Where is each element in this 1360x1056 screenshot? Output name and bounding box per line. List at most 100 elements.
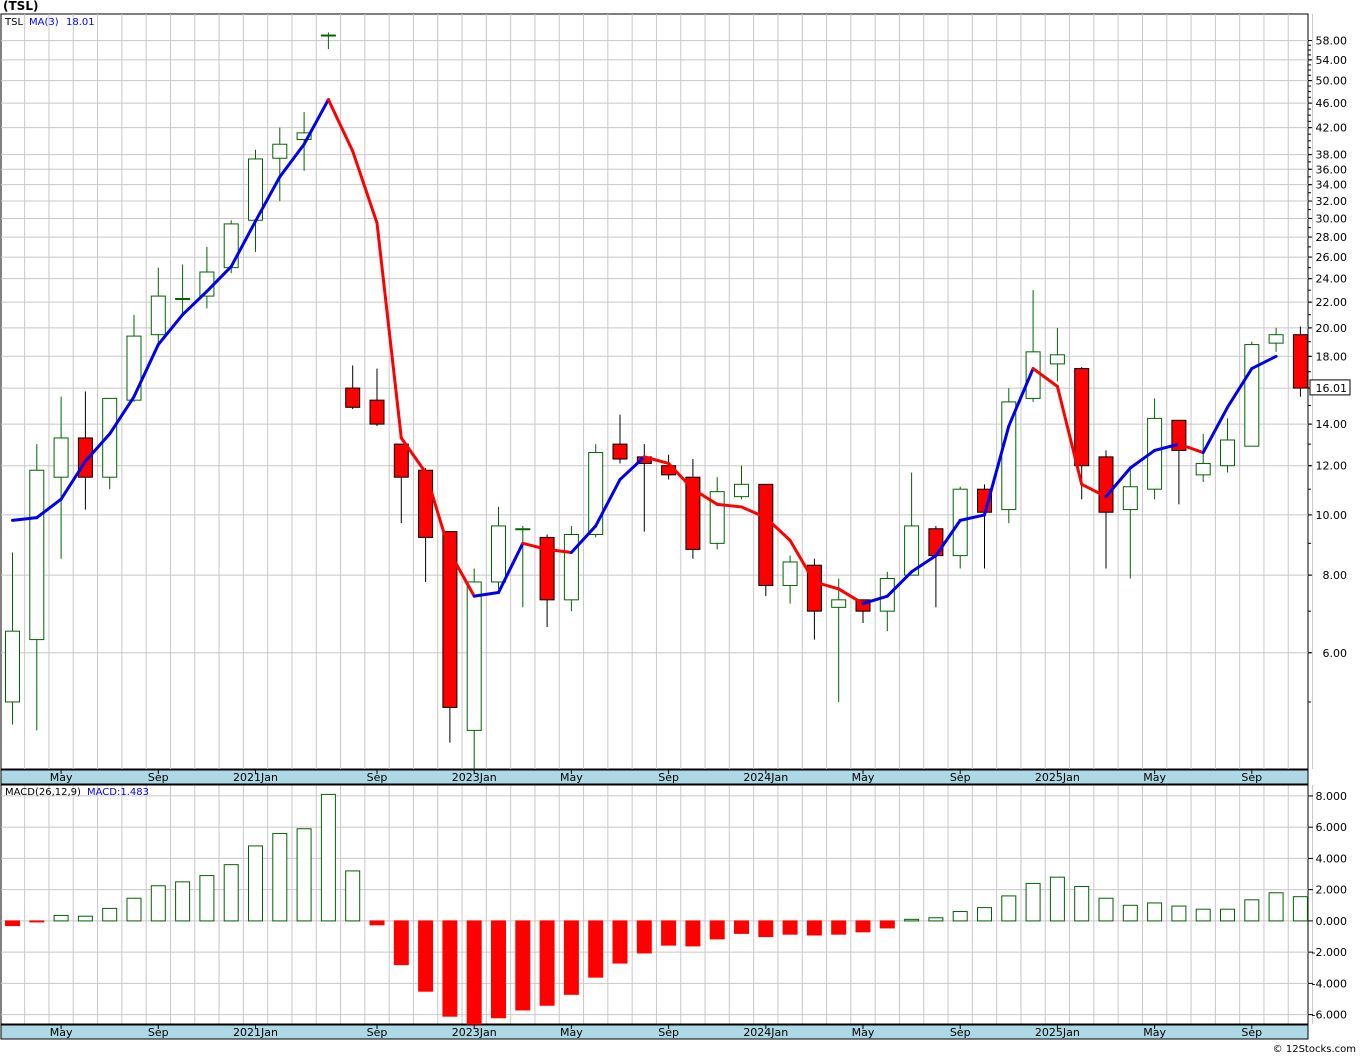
- price-tick-label: 32.00: [1316, 195, 1348, 208]
- candle: [563, 525, 579, 612]
- macd-tick-label: -6.000: [1312, 1009, 1347, 1022]
- price-tick-label: 24.00: [1316, 273, 1348, 286]
- macd-bar: [5, 920, 20, 927]
- macd-bar: [248, 845, 263, 922]
- macd-bar: [1147, 902, 1163, 922]
- macd-bar: [1195, 908, 1211, 922]
- candle-body: [782, 561, 798, 586]
- macd-bar: [758, 920, 774, 938]
- price-legend: TSL MA(3) 18.01: [4, 17, 95, 28]
- macd-bar: [806, 920, 822, 936]
- price-tick-label: 34.00: [1316, 179, 1348, 192]
- x-tick-label: 2021Jan: [233, 1026, 278, 1039]
- candle: [1292, 326, 1308, 397]
- candle-body: [442, 531, 458, 708]
- x-axis-band: [0, 1024, 1309, 1040]
- credit-text: © 12Stocks.com: [1272, 1044, 1356, 1055]
- candle-body: [150, 295, 166, 336]
- candle-body: [272, 143, 288, 159]
- x-tick-label: Sep: [1241, 771, 1262, 784]
- x-axis-band: [0, 769, 1309, 785]
- price-tick-label: 18.00: [1316, 350, 1348, 363]
- candle-body: [1292, 334, 1308, 389]
- macd-bar: [272, 832, 288, 922]
- x-tick-label: 2021Jan: [233, 771, 278, 784]
- ticker-label: TSL: [4, 17, 23, 28]
- macd-bar: [1098, 897, 1114, 922]
- stock-chart: 6.008.0010.0012.0014.0016.0018.0020.0022…: [0, 13, 1351, 1040]
- price-x-axis: May Sep 2021Jan Sep 2023Jan May Sep 2024Jan May S…: [0, 769, 1309, 785]
- price-tick-label: 12.00: [1316, 460, 1348, 473]
- macd-bar: [879, 920, 895, 929]
- macd-bar: [126, 897, 142, 922]
- macd-bar: [199, 875, 215, 922]
- macd-bar: [1171, 905, 1187, 922]
- macd-bar: [1049, 876, 1065, 922]
- macd-tick-label: 8.000: [1316, 790, 1348, 803]
- macd-bar: [175, 881, 191, 922]
- macd-bar: [928, 917, 944, 922]
- candle-body: [1244, 344, 1260, 447]
- candle-body: [1268, 334, 1284, 344]
- candle-body: [369, 399, 385, 425]
- macd-tick-label: 2.000: [1316, 884, 1348, 897]
- x-tick-label: 2024Jan: [743, 771, 788, 784]
- x-tick-label: May: [1143, 1026, 1166, 1039]
- candle-body: [612, 443, 628, 460]
- macd-bar: [855, 920, 871, 933]
- macd-bar: [53, 914, 69, 922]
- candle-body: [466, 581, 482, 731]
- x-tick-label: Sep: [950, 771, 971, 784]
- x-tick-label: Sep: [148, 771, 169, 784]
- macd-bar: [296, 828, 312, 922]
- ma-value: 18.01: [66, 17, 95, 28]
- x-tick-label: May: [1143, 771, 1166, 784]
- last-price-label: 16.01: [1316, 382, 1348, 395]
- price-tick-label: 54.00: [1316, 54, 1348, 67]
- macd-bar: [1268, 892, 1284, 922]
- x-tick-label: 2023Jan: [452, 771, 497, 784]
- x-tick-label: Sep: [658, 771, 679, 784]
- price-tick-label: 42.00: [1316, 122, 1348, 135]
- macd-bar: [734, 920, 749, 934]
- macd-bar: [831, 920, 847, 935]
- price-tick-label: 38.00: [1316, 149, 1348, 162]
- candle-body: [515, 528, 531, 531]
- macd-tick-label: 4.000: [1316, 852, 1348, 865]
- candle: [102, 397, 118, 490]
- price-tick-label: 50.00: [1316, 75, 1348, 88]
- candle-body: [491, 525, 506, 583]
- macd-value: MACD:1.483: [87, 787, 149, 798]
- macd-bar: [393, 920, 409, 966]
- candle-body: [1220, 439, 1235, 467]
- macd-bar: [102, 907, 118, 922]
- macd-bar: [563, 920, 579, 995]
- macd-bar: [369, 920, 385, 926]
- x-tick-label: Sep: [1241, 1026, 1262, 1039]
- macd-bar: [709, 920, 725, 940]
- price-tick-label: 36.00: [1316, 163, 1348, 176]
- x-tick-label: Sep: [950, 1026, 971, 1039]
- candle-body: [126, 335, 142, 401]
- x-tick-label: 2025Jan: [1035, 1026, 1080, 1039]
- candle-body: [53, 437, 69, 478]
- macd-bar: [77, 915, 93, 922]
- x-tick-label: May: [852, 1026, 875, 1039]
- x-tick-label: May: [50, 1026, 73, 1039]
- macd-bar: [320, 793, 336, 922]
- macd-tick-label: 6.000: [1316, 821, 1348, 834]
- price-tick-label: 28.00: [1316, 231, 1348, 244]
- x-tick-label: Sep: [148, 1026, 169, 1039]
- macd-bar: [1001, 895, 1017, 922]
- x-tick-label: Sep: [367, 1026, 388, 1039]
- candle-body: [588, 452, 604, 535]
- macd-bar: [1122, 904, 1138, 922]
- price-tick-label: 22.00: [1316, 296, 1348, 309]
- macd-tick-label: -4.000: [1312, 977, 1347, 990]
- price-tick-label: 58.00: [1316, 35, 1348, 48]
- macd-bar: [685, 920, 701, 947]
- macd-bar: [782, 920, 798, 935]
- candle-body: [709, 491, 725, 544]
- candle: [1244, 341, 1260, 447]
- price-tick-label: 26.00: [1316, 251, 1348, 264]
